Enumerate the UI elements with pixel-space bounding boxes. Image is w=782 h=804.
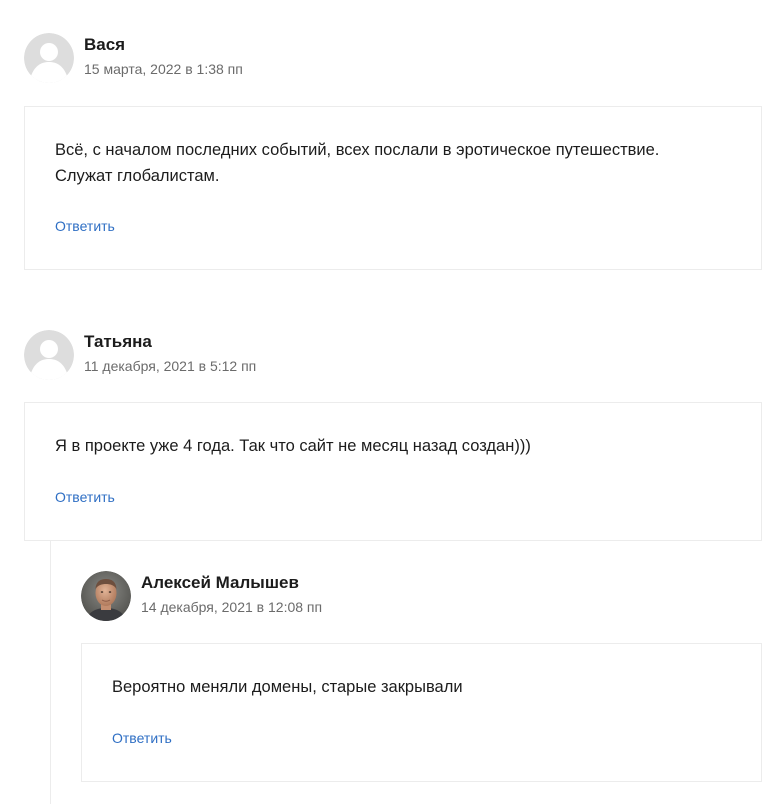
- comment-body: Я в проекте уже 4 года. Так что сайт не …: [24, 402, 762, 541]
- comment-reply-item: Алексей Малышев 14 декабря, 2021 в 12:08…: [81, 571, 762, 782]
- comment-text: Вероятно меняли домены, старые закрывали: [112, 674, 463, 700]
- comment-item: Татьяна 11 декабря, 2021 в 5:12 пп Я в п…: [24, 330, 762, 541]
- comment-date[interactable]: 14 декабря, 2021 в 12:08 пп: [141, 599, 322, 615]
- reply-button[interactable]: Ответить: [112, 730, 172, 746]
- comment-body: Вероятно меняли домены, старые закрывали…: [81, 643, 762, 782]
- comment-text-line: Вероятно меняли домены, старые закрывали: [112, 678, 463, 696]
- reply-thread-line: [50, 540, 51, 804]
- comment-text-line: Служат глобалистам.: [55, 167, 220, 185]
- reply-button[interactable]: Ответить: [55, 218, 115, 234]
- comment-author: Вася: [84, 35, 126, 54]
- comment-text-line: Я в проекте уже 4 года. Так что сайт не …: [55, 437, 531, 455]
- reply-button[interactable]: Ответить: [55, 489, 115, 505]
- comment-body: Всё, с началом последних событий, всех п…: [24, 106, 762, 270]
- default-avatar-icon[interactable]: [24, 33, 74, 83]
- comment-item: Вася 15 марта, 2022 в 1:38 пп Всё, с нач…: [24, 33, 762, 270]
- comment-text: Всё, с началом последних событий, всех п…: [55, 137, 659, 189]
- comment-author: Татьяна: [84, 332, 152, 351]
- comment-date[interactable]: 15 марта, 2022 в 1:38 пп: [84, 61, 243, 77]
- comment-text-line: Всё, с началом последних событий, всех п…: [55, 141, 660, 159]
- user-photo-avatar[interactable]: [81, 571, 131, 621]
- comment-author: Алексей Малышев: [141, 573, 299, 592]
- comment-date[interactable]: 11 декабря, 2021 в 5:12 пп: [84, 358, 256, 374]
- default-avatar-icon[interactable]: [24, 330, 74, 380]
- comment-text: Я в проекте уже 4 года. Так что сайт не …: [55, 433, 531, 459]
